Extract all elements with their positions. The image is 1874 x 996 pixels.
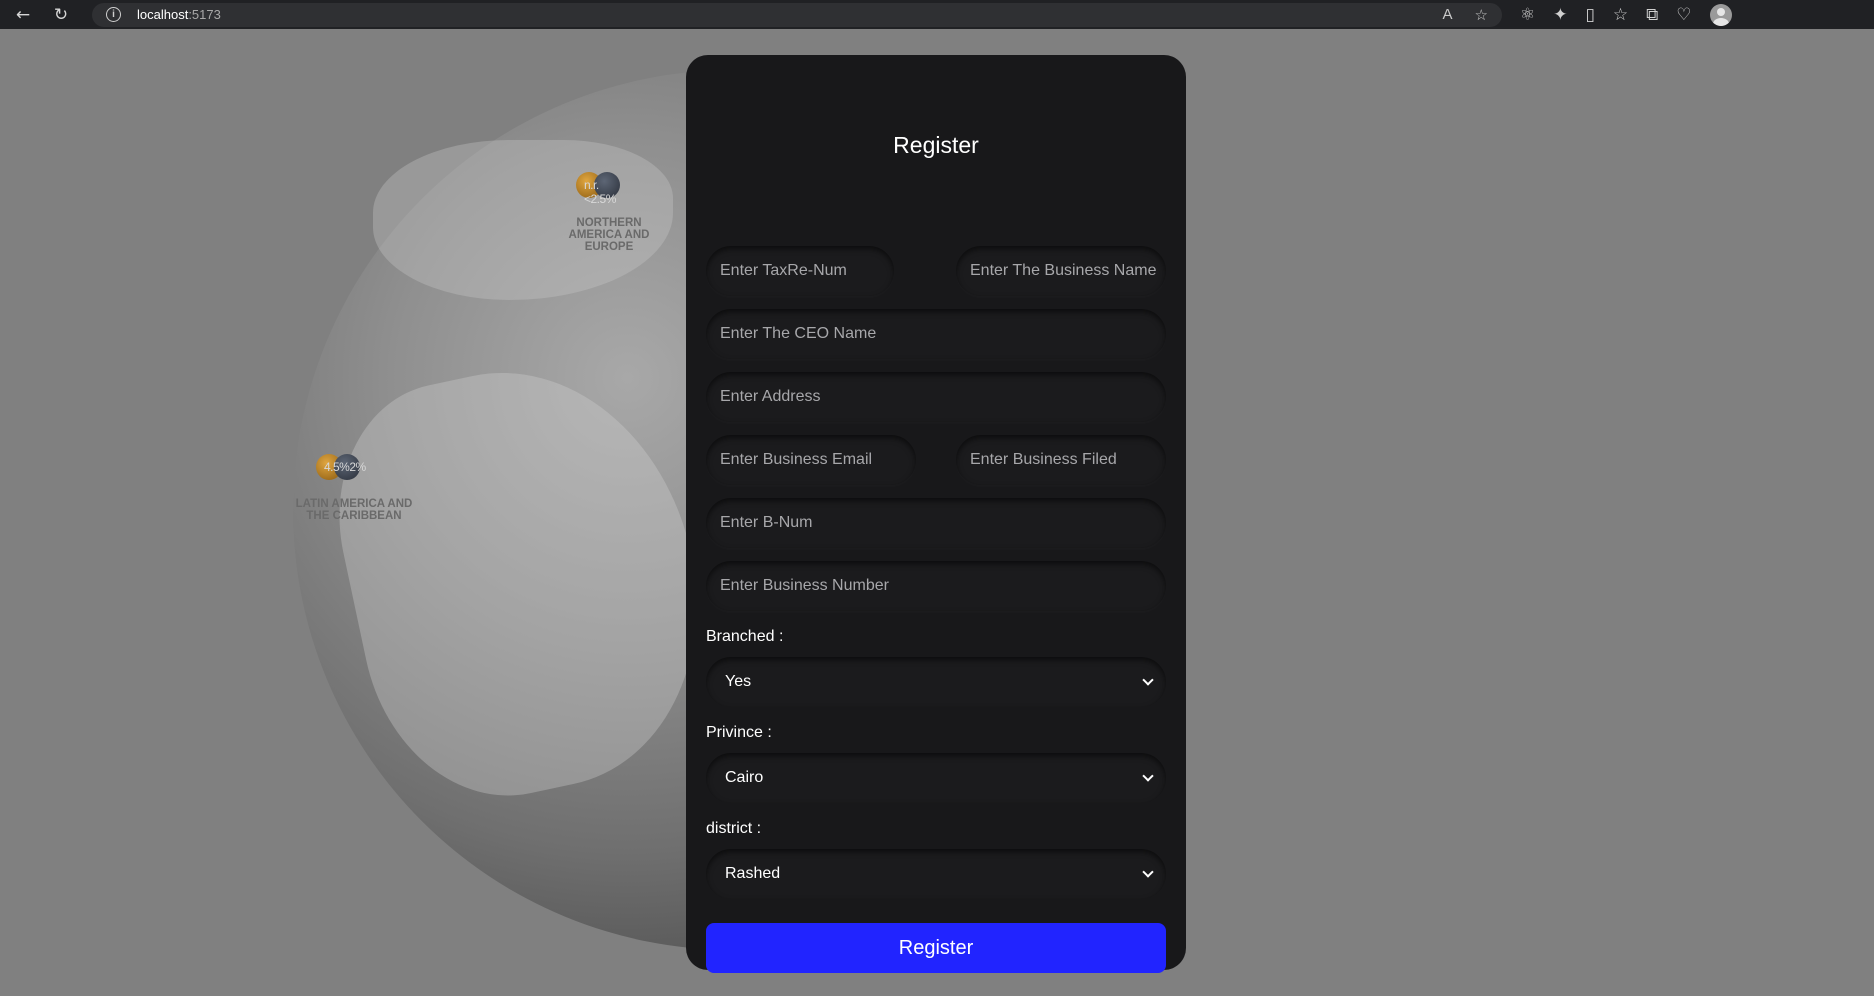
region-label-latin-america: LATIN AMERICA AND THE CARIBBEAN [284,498,424,522]
business-email-input[interactable] [720,451,916,469]
province-label: Privince : [706,724,772,741]
split-screen-icon[interactable]: ▯ [1586,5,1595,25]
collections-icon[interactable]: ⧉ [1646,5,1658,25]
chevron-down-icon [1142,770,1154,782]
business-field-input[interactable] [970,451,1166,469]
read-aloud-icon[interactable]: A [1443,6,1453,24]
region-label-line: AMERICA AND [568,229,650,241]
profile-avatar[interactable] [1709,3,1732,26]
chevron-down-icon [1142,674,1154,686]
province-value: Cairo [725,769,764,786]
province-select[interactable]: Cairo [706,753,1166,803]
region-label-line: LATIN AMERICA AND [295,498,413,510]
business-email-field[interactable] [706,435,916,485]
branched-label: Branched : [706,628,784,645]
region-marker-north-america[interactable]: n.r.<2.5% [576,172,620,206]
favorite-star-icon[interactable]: ☆ [1475,6,1488,24]
region-label-line: EUROPE [584,241,634,253]
tax-number-input[interactable] [720,262,894,280]
refresh-icon[interactable]: ↻ [46,3,76,27]
region-label-north-america: NORTHERN AMERICA AND EUROPE [549,217,669,253]
address-bar[interactable]: i localhost:5173 A ☆ [92,2,1502,27]
district-label: district : [706,820,762,837]
region-value: 4.5%2% [324,460,366,474]
address-field[interactable] [706,372,1166,422]
site-info-icon[interactable]: i [106,7,121,22]
register-button[interactable]: Register [706,923,1166,973]
url-host: localhost [137,7,189,22]
b-num-input[interactable] [720,514,1166,532]
react-devtools-icon[interactable]: ⚛ [1520,5,1535,25]
region-label-line: NORTHERN [576,217,642,229]
address-input[interactable] [720,388,1166,406]
page-title: Register [893,132,979,158]
back-icon[interactable]: ← [8,3,38,27]
globe-landmass-south-america [313,339,733,821]
district-select[interactable]: Rashed [706,849,1166,899]
url-port: :5173 [188,7,221,22]
favorites-icon[interactable]: ☆ [1613,5,1628,25]
browser-essentials-icon[interactable]: ♡ [1676,5,1691,25]
register-panel: Register Branched : Yes P [686,55,1186,973]
ceo-name-input[interactable] [720,325,1166,343]
b-num-field[interactable] [706,498,1166,548]
region-marker-latin-america[interactable]: 4.5%2% [316,454,366,480]
business-field-field[interactable] [956,435,1166,485]
business-name-input[interactable] [970,262,1166,280]
tax-number-field[interactable] [706,246,894,296]
ceo-name-field[interactable] [706,309,1166,359]
branched-value: Yes [725,673,752,690]
chevron-down-icon [1142,866,1154,878]
business-name-field[interactable] [956,246,1166,296]
extensions-icon[interactable]: ✦ [1553,5,1567,25]
business-number-input[interactable] [720,577,1166,595]
region-value: n.r.<2.5% [584,178,616,206]
browser-toolbar: ← ↻ i localhost:5173 A ☆ ⚛ ✦ ▯ ☆ ⧉ ♡ [0,0,1874,29]
business-number-field[interactable] [706,561,1166,611]
region-label-line: THE CARIBBEAN [306,510,402,522]
district-value: Rashed [725,865,781,882]
page-viewport: n.r.<2.5% NORTHERN AMERICA AND EUROPE 4.… [0,29,1874,996]
branched-select[interactable]: Yes [706,657,1166,707]
